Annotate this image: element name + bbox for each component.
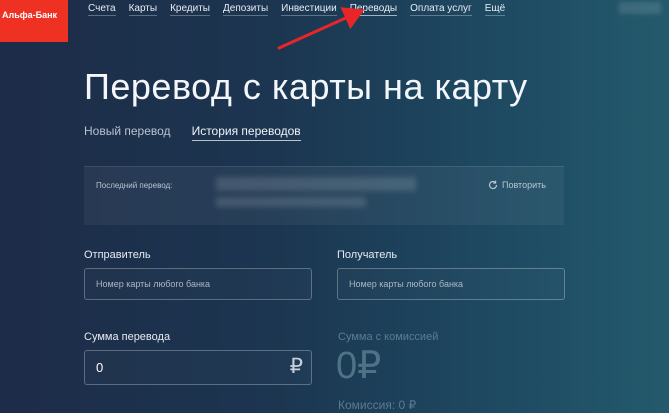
nav-item-more[interactable]: Ещё <box>484 3 506 16</box>
nav-item-cards[interactable]: Карты <box>128 3 158 16</box>
total-with-fee-value: 0₽ <box>336 345 382 387</box>
amount-label: Сумма перевода <box>84 331 171 343</box>
blurred-user-area <box>619 2 661 14</box>
recipient-label: Получатель <box>337 249 398 261</box>
sender-label: Отправитель <box>84 249 151 261</box>
nav-item-payments[interactable]: Оплата услуг <box>410 3 472 16</box>
repeat-label: Повторить <box>502 180 546 190</box>
sender-card-input[interactable] <box>85 269 311 299</box>
nav-item-investments[interactable]: Инвестиции <box>281 3 337 16</box>
blurred-transfer-details <box>216 177 416 191</box>
tab-transfer-history[interactable]: История переводов <box>191 124 301 141</box>
nav-item-transfers[interactable]: Переводы <box>349 3 398 16</box>
recipient-card-input[interactable] <box>338 269 564 299</box>
recipient-field <box>337 268 565 300</box>
last-transfer-label: Последний перевод: <box>96 181 173 190</box>
refresh-icon <box>488 180 498 190</box>
transfer-tabs: Новый перевод История переводов <box>84 124 322 141</box>
page-title: Перевод с карты на карту <box>84 66 528 107</box>
amount-field: ₽ <box>84 350 312 385</box>
amount-input[interactable] <box>85 351 311 384</box>
last-transfer-panel: Последний перевод: Повторить <box>84 166 564 225</box>
tab-new-transfer[interactable]: Новый перевод <box>84 124 171 141</box>
total-with-fee-label: Сумма с комиссией <box>338 331 439 343</box>
repeat-button[interactable]: Повторить <box>488 180 546 190</box>
nav-item-credits[interactable]: Кредиты <box>170 3 210 16</box>
nav-item-accounts[interactable]: Счета <box>88 3 116 16</box>
fee-text: Комиссия: 0 ₽ <box>338 398 417 412</box>
alfa-bank-logo[interactable]: Альфа-Банк <box>0 0 68 42</box>
sender-field <box>84 268 312 300</box>
ruble-icon: ₽ <box>289 355 303 378</box>
top-nav: Счета Карты Кредиты Депозиты Инвестиции … <box>88 3 518 16</box>
nav-item-deposits[interactable]: Депозиты <box>223 3 269 16</box>
blurred-transfer-details <box>216 197 366 207</box>
